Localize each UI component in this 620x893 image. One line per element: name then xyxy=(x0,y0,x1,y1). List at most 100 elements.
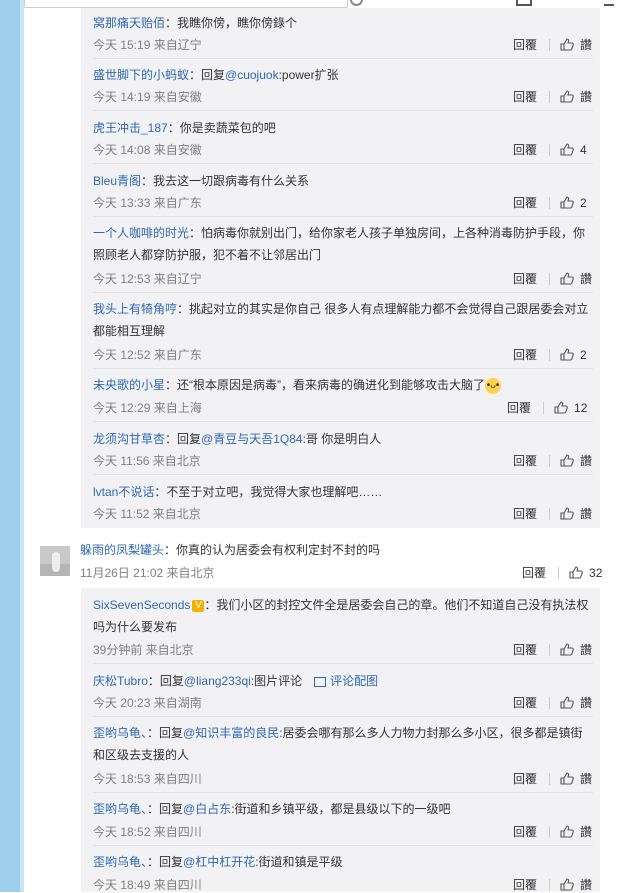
reply-username[interactable]: lvtan不说话 xyxy=(93,485,154,499)
divider xyxy=(93,216,593,217)
divider xyxy=(93,663,593,664)
like-count[interactable]: 讚 xyxy=(580,270,592,287)
divider xyxy=(543,401,545,414)
like-count[interactable]: 讚 xyxy=(580,694,592,711)
like-count[interactable]: 2 xyxy=(580,196,587,210)
search-input[interactable] xyxy=(24,0,348,8)
comment-timestamp: 11月26日 21:02 来自北京 xyxy=(80,566,215,580)
like-count[interactable]: 32 xyxy=(589,566,602,580)
reply-username[interactable]: 盛世脚下的小蚂蚁 xyxy=(93,68,189,82)
reply-button[interactable]: 回覆 xyxy=(513,194,537,211)
reply-username[interactable]: 歪哟乌龟、 xyxy=(93,802,147,816)
like-icon[interactable] xyxy=(569,566,583,579)
like-count[interactable]: 讚 xyxy=(580,641,592,658)
reply-text-rest: :图片评论 xyxy=(250,674,303,688)
mention-link[interactable]: @cuojuok xyxy=(225,68,279,82)
reply-username[interactable]: 我头上有犄角哼 xyxy=(93,302,177,316)
image-comment-link[interactable]: 评论配图 xyxy=(330,674,378,688)
like-icon[interactable] xyxy=(560,696,574,709)
reply-text: ：我瞧你傍，瞧你傍錄个 xyxy=(165,16,298,30)
reply-text-rest: :街道和乡镇平级，都是县级以下的一级吧 xyxy=(231,802,451,816)
divider xyxy=(549,878,551,891)
like-count[interactable]: 讚 xyxy=(580,876,592,893)
like-count[interactable]: 2 xyxy=(580,348,587,362)
reply-actions: 回覆 讚 xyxy=(513,452,592,469)
reply-username[interactable]: SixSevenSeconds xyxy=(93,598,190,612)
reply-item: 一个人咖啡的时光：怕病毒你就别出门，给你家老人孩子单独房间，上各种消毒防护手段，… xyxy=(93,222,593,266)
reply-button[interactable]: 回覆 xyxy=(513,270,537,287)
reply-button[interactable]: 回覆 xyxy=(513,694,537,711)
reply-item: 歪哟乌龟、：回复@白占东:街道和乡镇平级，都是县级以下的一级吧 xyxy=(93,798,593,820)
like-icon[interactable] xyxy=(560,825,574,838)
reply-username[interactable]: Bleu青阁 xyxy=(93,174,141,188)
like-icon[interactable] xyxy=(560,454,574,467)
reply-username[interactable]: 龙须沟甘草杏 xyxy=(93,432,165,446)
comment-username[interactable]: 躲雨的凤梨罐头 xyxy=(80,543,164,557)
reply-button[interactable]: 回覆 xyxy=(513,505,537,522)
reply-actions: 回覆 2 xyxy=(513,194,587,211)
divider xyxy=(549,643,551,656)
reply-username[interactable]: 未央歌的小星 xyxy=(93,378,165,392)
reply-button[interactable]: 回覆 xyxy=(513,876,537,893)
reply-timestamp: 今天 15:19 来自辽宁 xyxy=(93,38,202,52)
like-icon[interactable] xyxy=(560,878,574,891)
reply-button[interactable]: 回覆 xyxy=(513,346,537,363)
divider xyxy=(549,825,551,838)
like-icon[interactable] xyxy=(554,401,568,414)
like-count[interactable]: 12 xyxy=(574,401,587,415)
comment-text: ：你真的认为居委会有权利定封不封的吗 xyxy=(164,543,381,557)
divider xyxy=(549,348,551,361)
reply-button[interactable]: 回覆 xyxy=(513,36,537,53)
reply-button[interactable]: 回覆 xyxy=(513,141,537,158)
like-icon[interactable] xyxy=(560,772,574,785)
minimize-icon[interactable] xyxy=(604,0,614,6)
divider xyxy=(93,716,593,717)
reply-button[interactable]: 回覆 xyxy=(507,399,531,416)
like-icon[interactable] xyxy=(560,38,574,51)
reply-button[interactable]: 回覆 xyxy=(522,564,546,581)
mention-link[interactable]: @青豆与天吾1Q84 xyxy=(201,432,303,446)
reply-item: 歪哟乌龟、：回复@知识丰富的良民:居委会哪有那么多人力物力封那么多小区，很多都是… xyxy=(93,722,593,766)
reply-username[interactable]: 虎王冲击_187 xyxy=(93,121,168,135)
like-icon[interactable] xyxy=(560,272,574,285)
reply-actions: 回覆 讚 xyxy=(513,270,592,287)
reply-button[interactable]: 回覆 xyxy=(513,823,537,840)
like-count[interactable]: 讚 xyxy=(580,36,592,53)
like-icon[interactable] xyxy=(560,90,574,103)
reply-username[interactable]: 窝那痛天贻佰 xyxy=(93,16,165,30)
like-icon[interactable] xyxy=(560,348,574,361)
reply-button[interactable]: 回覆 xyxy=(513,770,537,787)
reply-username[interactable]: 一个人咖啡的时光 xyxy=(93,226,189,240)
like-count[interactable]: 讚 xyxy=(580,505,592,522)
reply-username[interactable]: 庆松Tubro xyxy=(93,674,148,688)
emoji-icon: •ᴗ• xyxy=(485,377,502,394)
reply-button[interactable]: 回覆 xyxy=(513,88,537,105)
reply-username[interactable]: 歪哟乌龟、 xyxy=(93,726,147,740)
mention-link[interactable]: @白占东 xyxy=(183,802,231,816)
mention-link[interactable]: @liang233qi xyxy=(184,674,251,688)
divider xyxy=(549,196,551,209)
reply-item: 我头上有犄角哼：挑起对立的其实是你自己 很多人有点理解能力都不会觉得自己跟居委会… xyxy=(93,298,593,342)
reply-username[interactable]: 歪哟乌龟、 xyxy=(93,855,147,869)
like-count[interactable]: 讚 xyxy=(580,88,592,105)
reply-button[interactable]: 回覆 xyxy=(513,641,537,658)
like-count[interactable]: 讚 xyxy=(580,823,592,840)
like-icon[interactable] xyxy=(560,143,574,156)
like-count[interactable]: 4 xyxy=(580,143,587,157)
reply-actions: 回覆 4 xyxy=(513,141,587,158)
like-count[interactable]: 讚 xyxy=(580,452,592,469)
like-count[interactable]: 讚 xyxy=(580,770,592,787)
reply-item: 虎王冲击_187：你是卖蔬菜包的吧 xyxy=(93,117,593,139)
like-icon[interactable] xyxy=(560,507,574,520)
like-icon[interactable] xyxy=(560,643,574,656)
mention-link[interactable]: @杠中杠开花 xyxy=(183,855,255,869)
inbox-icon[interactable] xyxy=(516,0,532,6)
avatar[interactable] xyxy=(40,546,70,576)
mention-link[interactable]: @知识丰富的良民 xyxy=(183,726,279,740)
reply-item: 窝那痛天贻佰：我瞧你傍，瞧你傍錄个 xyxy=(93,12,593,34)
search-icon[interactable] xyxy=(350,0,363,6)
reply-timestamp: 今天 14:19 来自安徽 xyxy=(93,90,202,104)
like-icon[interactable] xyxy=(560,196,574,209)
reply-button[interactable]: 回覆 xyxy=(513,452,537,469)
reply-text-rest: :哥 你是明白人 xyxy=(302,432,382,446)
